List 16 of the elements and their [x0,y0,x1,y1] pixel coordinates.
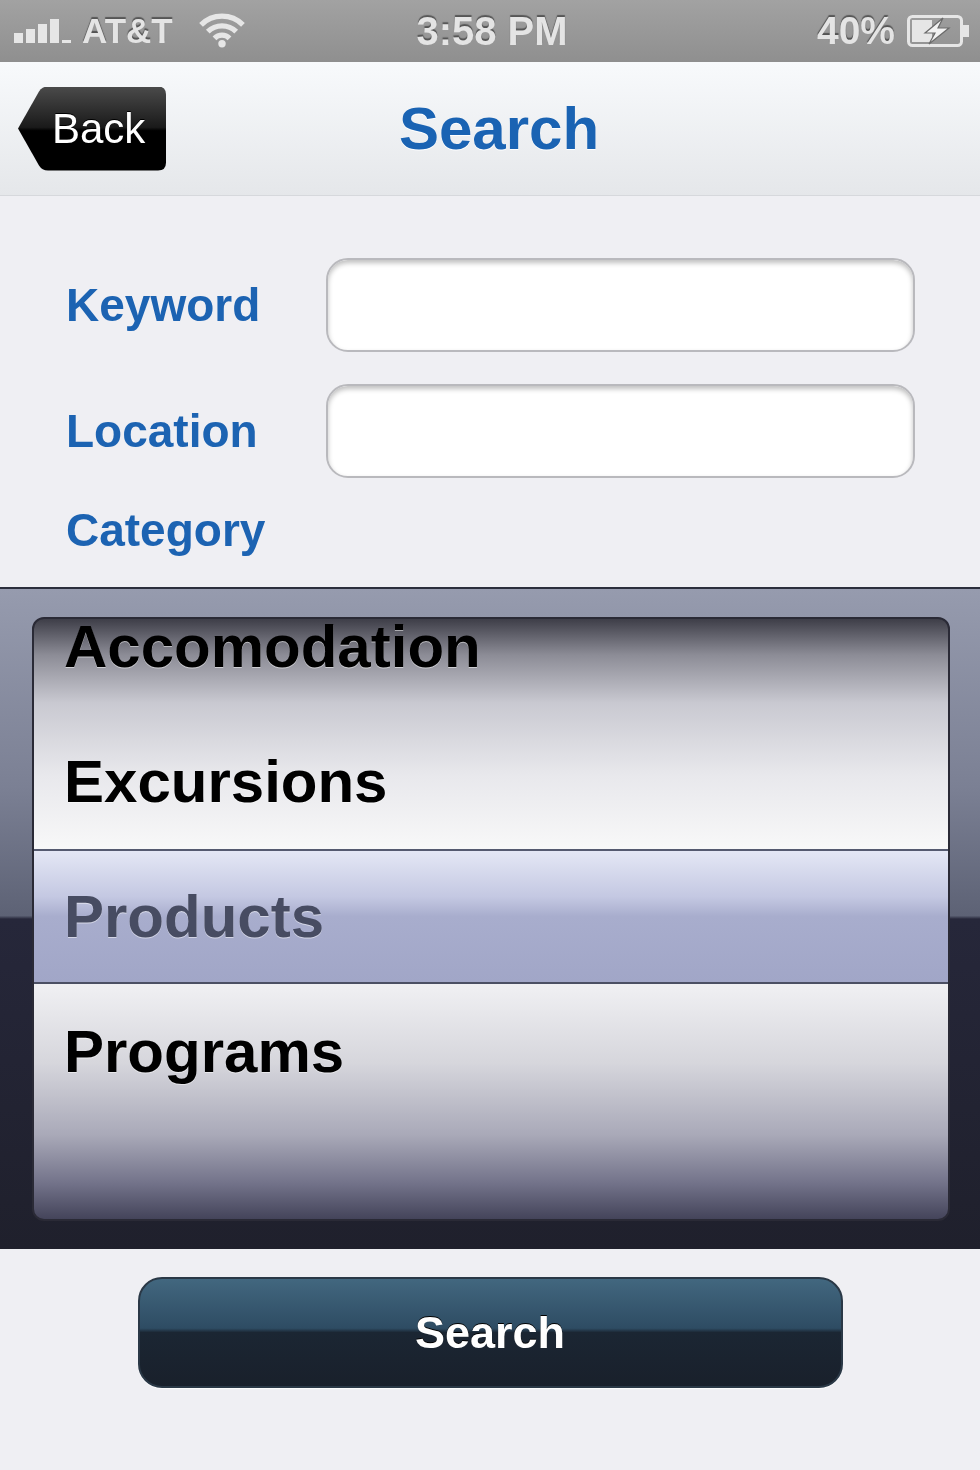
picker-option[interactable]: Excursions [64,751,388,812]
screen-title: Search [398,94,600,163]
back-button[interactable]: Back [18,86,166,171]
picker-option[interactable]: Accomodation [64,619,481,677]
picker-option[interactable]: Programs [64,1021,345,1082]
picker-option[interactable]: Products [64,886,325,947]
search-button[interactable]: Search [137,1277,843,1388]
input-field[interactable] [326,384,915,478]
battery-percent: 40% [816,9,895,53]
field-label: Keyword [66,278,261,332]
clock-time: 3:58 PM [416,8,568,54]
field-label: Location [66,404,258,458]
input-field[interactable] [326,258,915,352]
signal-bars-icon [14,19,72,43]
carrier-name: AT&T [82,11,173,51]
field-label: Category [66,504,266,557]
